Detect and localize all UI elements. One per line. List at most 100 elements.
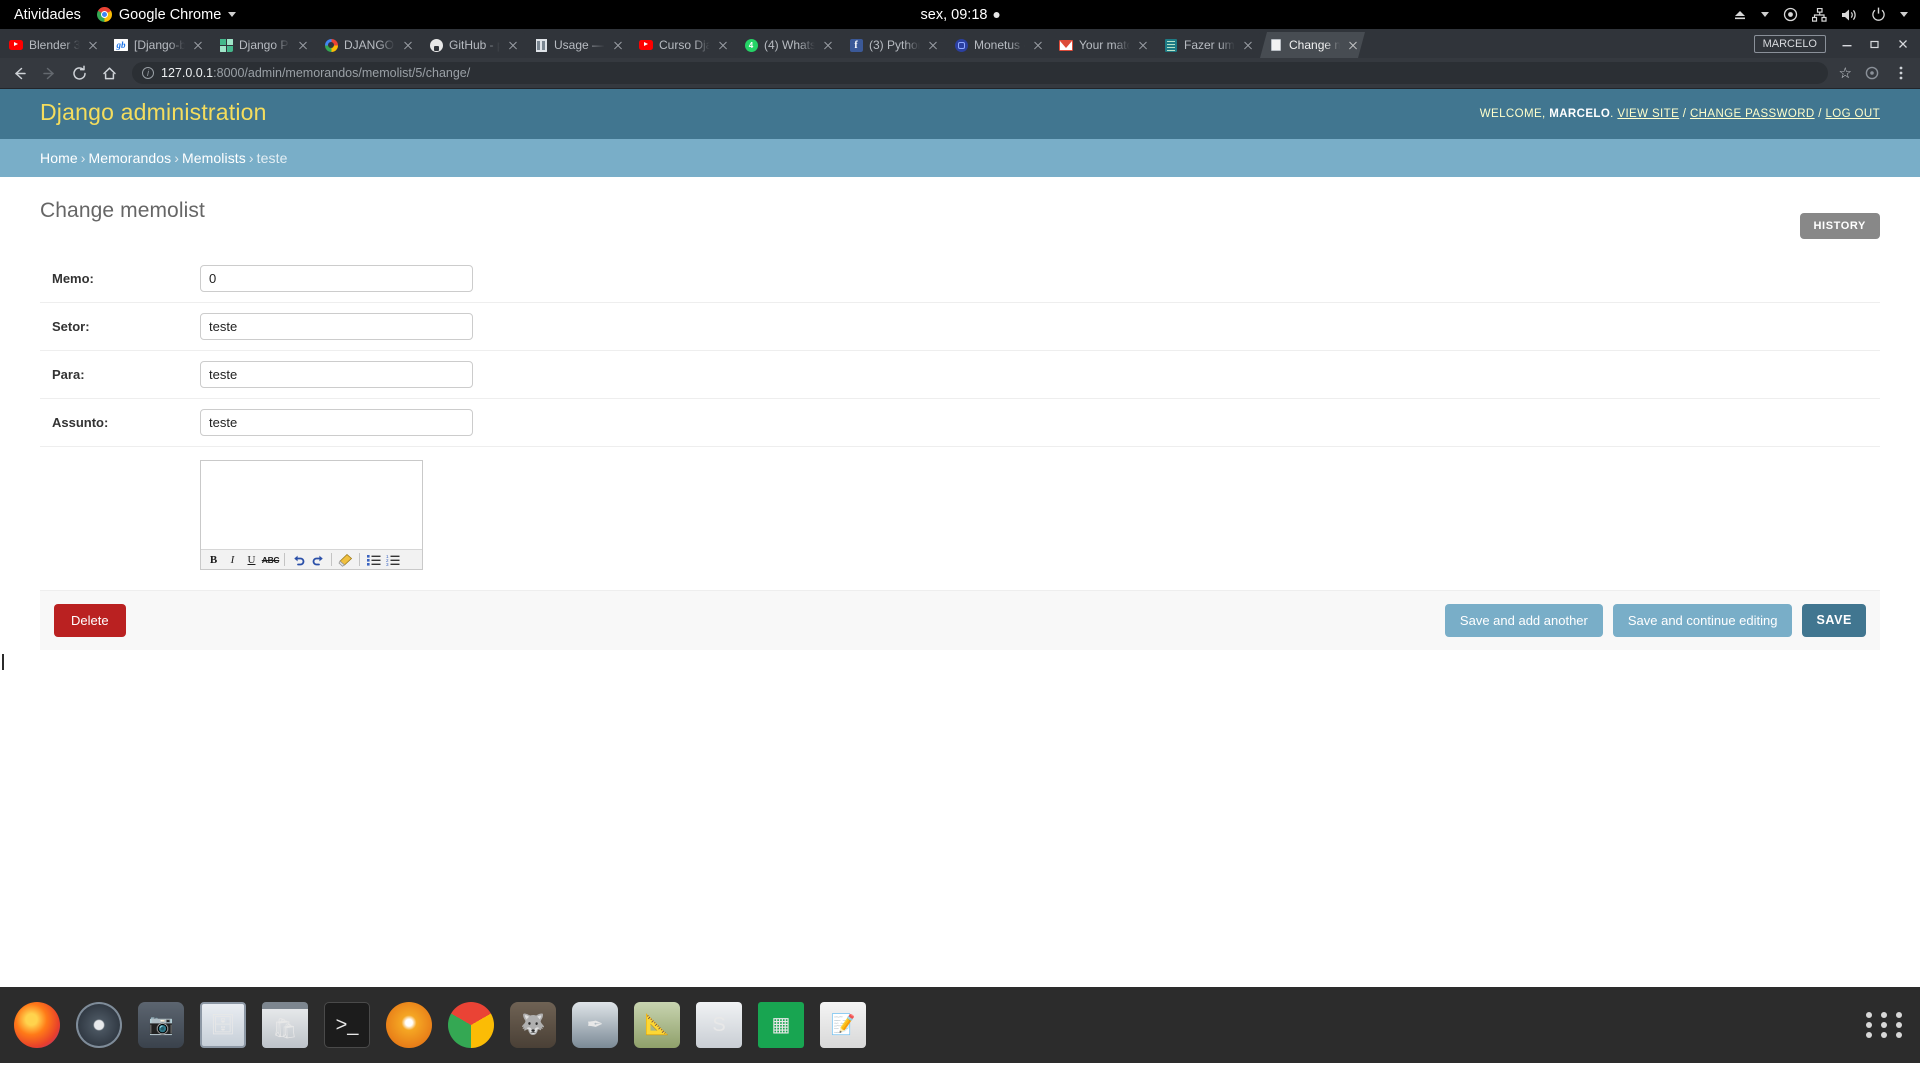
network-icon[interactable]	[1812, 7, 1827, 22]
tab-close-icon[interactable]	[927, 39, 939, 51]
sketchup-icon[interactable]: 📐	[634, 1002, 680, 1048]
chevron-down-icon[interactable]	[1761, 12, 1769, 17]
firefox-icon[interactable]	[14, 1002, 60, 1048]
show-applications-icon[interactable]	[1864, 1005, 1904, 1045]
save-button[interactable]: SAVE	[1802, 604, 1866, 637]
gimp-icon[interactable]: 🐺	[510, 1002, 556, 1048]
underline-icon[interactable]: U	[243, 551, 260, 568]
history-button[interactable]: HISTORY	[1799, 213, 1880, 239]
terminal-icon[interactable]: >_	[324, 1002, 370, 1048]
remove-format-icon[interactable]	[337, 551, 354, 568]
delete-button[interactable]: Delete	[54, 604, 126, 637]
volume-icon[interactable]	[1841, 8, 1857, 22]
home-icon[interactable]	[100, 64, 119, 83]
redo-icon[interactable]	[309, 551, 326, 568]
browser-tab-title: Django Pac	[239, 38, 289, 52]
bold-icon[interactable]: B	[205, 551, 222, 568]
libreoffice-calc-icon[interactable]: ▦	[758, 1002, 804, 1048]
tab-close-icon[interactable]	[1242, 39, 1254, 51]
chrome-icon[interactable]	[448, 1002, 494, 1048]
undo-icon[interactable]	[290, 551, 307, 568]
form-row-para: Para:	[40, 351, 1880, 399]
tab-close-icon[interactable]	[507, 39, 519, 51]
close-button[interactable]	[1892, 33, 1914, 55]
maximize-button[interactable]	[1864, 33, 1886, 55]
cheese-icon[interactable]: 📷	[138, 1002, 184, 1048]
tab-close-icon[interactable]	[612, 39, 624, 51]
unordered-list-icon[interactable]	[365, 551, 382, 568]
dock-icon-glyph: 🛍	[272, 1017, 298, 1040]
tab-close-icon[interactable]	[717, 39, 729, 51]
gnome-clock[interactable]: sex, 09:18	[921, 7, 1000, 23]
field-input-setor[interactable]	[200, 313, 473, 340]
site-branding[interactable]: Django administration	[40, 99, 267, 126]
browser-tab[interactable]: Django Pac	[210, 32, 315, 58]
browser-tab[interactable]: Curso Djan	[630, 32, 735, 58]
browser-tab[interactable]: Usage — d	[525, 32, 630, 58]
sublime-icon[interactable]: S	[696, 1002, 742, 1048]
tab-close-icon[interactable]	[297, 39, 309, 51]
star-icon[interactable]: ☆	[1839, 64, 1852, 82]
browser-tab[interactable]: DJANGO-T	[315, 32, 420, 58]
field-input-para[interactable]	[200, 361, 473, 388]
reload-icon[interactable]	[70, 64, 89, 83]
gnome-status-area[interactable]	[1733, 7, 1908, 22]
strikethrough-icon[interactable]: ABC	[262, 551, 280, 568]
form-row-setor: Setor:	[40, 303, 1880, 351]
minimize-button[interactable]	[1836, 33, 1858, 55]
tab-close-icon[interactable]	[192, 39, 204, 51]
log-out-link[interactable]: LOG OUT	[1825, 108, 1880, 120]
chevron-down-icon[interactable]	[1900, 12, 1908, 17]
save-and-continue-button[interactable]: Save and continue editing	[1612, 604, 1793, 637]
extension-icon[interactable]	[1862, 64, 1881, 83]
tab-close-icon[interactable]	[1032, 39, 1044, 51]
browser-tab[interactable]: f (3) Python	[840, 32, 945, 58]
dock-icon-glyph: >_	[335, 1014, 359, 1036]
breadcrumb-home[interactable]: Home	[40, 150, 78, 166]
eject-icon[interactable]	[1733, 8, 1747, 22]
browser-tab-title: DJANGO-T	[344, 38, 395, 52]
browser-tab[interactable]: gb [Django-br	[105, 32, 210, 58]
view-site-link[interactable]: VIEW SITE	[1617, 108, 1679, 120]
chrome-profile-button[interactable]: MARCELO	[1753, 34, 1826, 53]
browser-tab[interactable]: 4 (4) WhatsA	[735, 32, 840, 58]
rhythmbox-icon[interactable]	[76, 1002, 122, 1048]
info-circle-icon[interactable]: i	[142, 67, 154, 79]
italic-icon[interactable]: I	[224, 551, 241, 568]
back-arrow-icon[interactable]	[10, 64, 29, 83]
field-input-memo[interactable]	[200, 265, 473, 292]
inkscape-icon[interactable]: ✒	[572, 1002, 618, 1048]
browser-tab[interactable]: GitHub - p	[420, 32, 525, 58]
tab-close-icon[interactable]	[402, 39, 414, 51]
browser-tab-active[interactable]: Change me	[1260, 32, 1365, 58]
files-icon[interactable]: 🗄	[200, 1002, 246, 1048]
ordered-list-icon[interactable]: 123	[384, 551, 401, 568]
tab-close-icon[interactable]	[1137, 39, 1149, 51]
browser-tab[interactable]: Your match	[1050, 32, 1155, 58]
location-icon[interactable]	[1783, 7, 1798, 22]
power-icon[interactable]	[1871, 7, 1886, 22]
blender-icon[interactable]	[386, 1002, 432, 1048]
dock-icon-glyph: 🐺	[520, 1014, 546, 1036]
save-and-add-another-button[interactable]: Save and add another	[1444, 604, 1603, 637]
activities-button[interactable]: Atividades	[14, 7, 81, 23]
breadcrumb-app[interactable]: Memorandos	[89, 150, 172, 166]
active-app-menu[interactable]: Google Chrome	[96, 7, 237, 23]
breadcrumb-model[interactable]: Memolists	[182, 150, 246, 166]
kebab-menu-icon[interactable]	[1891, 64, 1910, 83]
tab-close-icon[interactable]	[87, 39, 99, 51]
chevron-down-icon	[228, 12, 237, 17]
rich-text-editor[interactable]: B I U ABC 1 2 3	[200, 460, 423, 570]
browser-tab[interactable]: Fazer uma	[1155, 32, 1260, 58]
field-input-assunto[interactable]	[200, 409, 473, 436]
tab-close-icon[interactable]	[822, 39, 834, 51]
browser-toolbar-right: ☆	[1839, 64, 1910, 83]
text-editor-icon[interactable]: 📝	[820, 1002, 866, 1048]
change-password-link[interactable]: CHANGE PASSWORD	[1690, 108, 1815, 120]
rich-text-editor-body[interactable]	[201, 461, 422, 549]
address-bar[interactable]: i 127.0.0.1:8000/admin/memorandos/memoli…	[132, 62, 1828, 84]
software-icon[interactable]: 🛍	[262, 1002, 308, 1048]
browser-tab[interactable]: Monetus -	[945, 32, 1050, 58]
browser-tab[interactable]: Blender 3D	[0, 32, 105, 58]
tab-close-icon[interactable]	[1347, 39, 1359, 51]
